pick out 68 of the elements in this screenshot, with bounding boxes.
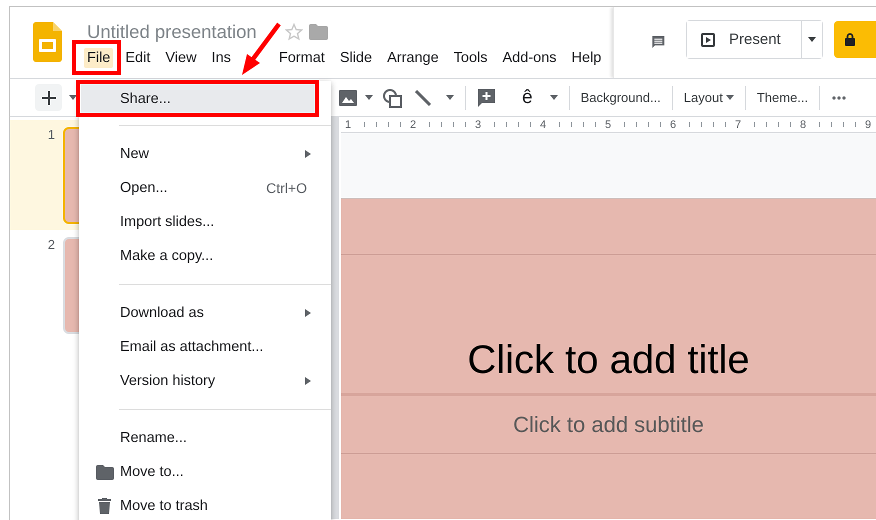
plus-icon bbox=[42, 90, 56, 104]
highlight-frame bbox=[72, 40, 122, 75]
submenu-arrow-icon bbox=[305, 377, 311, 385]
subtitle-placeholder[interactable]: Click to add subtitle bbox=[513, 412, 704, 438]
share-button[interactable] bbox=[834, 21, 876, 58]
slides-logo-icon bbox=[33, 22, 62, 62]
menu-item[interactable]: Arrange bbox=[384, 48, 442, 68]
menu-option[interactable]: Make a copy... bbox=[79, 239, 331, 273]
slide-canvas[interactable]: Click to add title Click to add subtitle bbox=[341, 199, 876, 519]
caret-icon bbox=[446, 95, 454, 100]
menu-item[interactable]: Format bbox=[276, 48, 328, 68]
menu-item[interactable]: View bbox=[162, 48, 200, 68]
ruler-number: 3 bbox=[475, 118, 482, 130]
menu-item[interactable]: Add-ons bbox=[500, 48, 560, 68]
menu-option[interactable]: New bbox=[79, 137, 331, 171]
menu-option[interactable]: Version history bbox=[79, 364, 331, 398]
ruler-number: 5 bbox=[605, 118, 612, 130]
menu-option[interactable]: Rename... bbox=[79, 421, 331, 455]
submenu-arrow-icon bbox=[305, 150, 311, 158]
menu-item[interactable]: Edit bbox=[122, 48, 154, 68]
trash-icon bbox=[98, 498, 111, 514]
document-title[interactable]: Untitled presentation bbox=[87, 21, 257, 43]
toolbar-button[interactable]: Layout bbox=[684, 90, 734, 105]
ruler-number: 9 bbox=[865, 118, 872, 130]
caret-icon bbox=[808, 37, 816, 42]
shortcut-text: Ctrl+O bbox=[266, 180, 307, 196]
slide-number: 1 bbox=[46, 127, 55, 144]
slide-number: 2 bbox=[46, 237, 55, 254]
menu-option[interactable]: Share... bbox=[81, 83, 316, 114]
ruler-number: 7 bbox=[735, 118, 742, 130]
menu-item[interactable]: Slide bbox=[336, 48, 376, 68]
ruler-number: 6 bbox=[670, 118, 678, 130]
present-button[interactable]: Present bbox=[687, 21, 802, 58]
image-icon bbox=[339, 90, 357, 106]
add-comment-icon bbox=[477, 88, 496, 107]
toolbar-button[interactable]: Theme... bbox=[756, 90, 808, 105]
menu-option[interactable]: Move to trash bbox=[79, 489, 331, 520]
play-icon bbox=[701, 32, 716, 46]
toolbar-button[interactable]: Background... bbox=[580, 90, 661, 105]
caret-icon bbox=[365, 95, 373, 100]
lock-icon bbox=[844, 33, 855, 46]
input-tools-button[interactable]: ê bbox=[522, 86, 533, 108]
caret-icon bbox=[550, 95, 558, 100]
folder-icon bbox=[96, 464, 114, 480]
folder-icon bbox=[308, 24, 328, 40]
menu-option[interactable]: Open... Ctrl+O bbox=[79, 171, 331, 205]
scrollbar[interactable] bbox=[331, 117, 339, 519]
menu-item[interactable]: Tools bbox=[450, 48, 491, 68]
shapes-icon bbox=[382, 88, 402, 108]
title-placeholder[interactable]: Click to add title bbox=[467, 338, 750, 383]
menu-item[interactable]: Ins bbox=[208, 48, 234, 68]
menu-item[interactable]: File bbox=[84, 48, 114, 68]
ruler-number: 8 bbox=[800, 118, 808, 130]
caret-icon bbox=[726, 95, 734, 100]
menu-item[interactable]: Help bbox=[568, 48, 604, 68]
ruler-number: 2 bbox=[410, 118, 418, 130]
menu-option[interactable]: Email as attachment... bbox=[79, 330, 331, 364]
more-icon bbox=[832, 96, 846, 100]
submenu-arrow-icon bbox=[305, 309, 311, 317]
line-icon bbox=[415, 90, 431, 106]
caret-icon bbox=[69, 95, 77, 100]
new-slide-button[interactable] bbox=[35, 84, 62, 111]
menu-option[interactable]: Download as bbox=[79, 296, 331, 330]
menu-option[interactable]: Move to... bbox=[79, 455, 331, 489]
ruler-number: 4 bbox=[540, 118, 548, 130]
ruler-number: 1 bbox=[345, 118, 352, 130]
menu-option[interactable]: Import slides... bbox=[79, 205, 331, 239]
star-icon bbox=[284, 23, 303, 41]
